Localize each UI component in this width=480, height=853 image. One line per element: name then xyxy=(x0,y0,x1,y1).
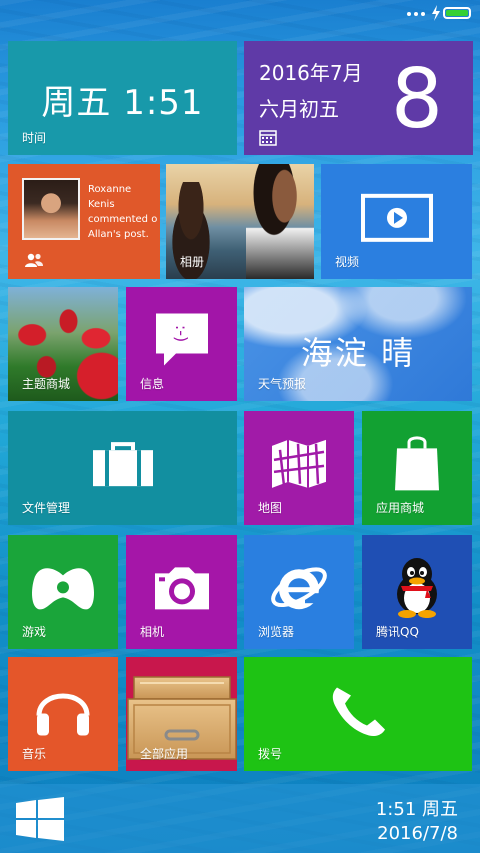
music-tile[interactable]: 音乐 xyxy=(8,657,118,771)
qq-penguin-icon xyxy=(397,558,437,619)
tile-label: 音乐 xyxy=(22,747,47,761)
weather-location-condition: 海淀 晴 xyxy=(300,334,416,372)
tile-label: 应用商城 xyxy=(376,501,425,515)
signal-dots-icon xyxy=(407,12,429,18)
tile-label: 天气预报 xyxy=(258,377,307,391)
tile-label: 浏览器 xyxy=(258,625,295,639)
windows-logo-icon[interactable] xyxy=(16,797,64,841)
tile-label: 主题商城 xyxy=(22,377,71,391)
tile-label: 腾讯QQ xyxy=(376,625,419,639)
tile-label: 信息 xyxy=(140,377,165,391)
status-bar xyxy=(0,0,480,28)
map-icon xyxy=(272,439,326,488)
people-tile[interactable]: Roxanne Kenis commented o Allan's post. xyxy=(8,164,160,279)
weather-tile[interactable]: 海淀 晴 天气预报 xyxy=(244,287,472,401)
briefcase-icon xyxy=(92,442,153,487)
camera-tile[interactable]: 相机 xyxy=(126,535,237,649)
shopping-bag-icon xyxy=(395,436,439,491)
file-manager-tile[interactable]: 文件管理 xyxy=(8,411,237,525)
clock-time: 周五 1:51 xyxy=(41,83,204,123)
video-tile[interactable]: 视频 xyxy=(321,164,472,279)
theme-store-tile[interactable]: 主题商城 xyxy=(8,287,118,401)
games-tile[interactable]: 游戏 xyxy=(8,535,118,649)
tile-label: 全部应用 xyxy=(140,747,189,761)
avatar xyxy=(22,178,80,240)
notification-name: Roxanne Kenis xyxy=(88,184,132,210)
headphones-icon xyxy=(36,693,90,736)
tile-label: 时间 xyxy=(22,131,47,145)
svg-text::-): :-) xyxy=(172,325,191,342)
calendar-day: 8 xyxy=(390,52,443,147)
notification-action: commented o xyxy=(88,214,158,225)
tile-label: 相册 xyxy=(180,255,205,269)
taskbar-time: 1:51 周五 xyxy=(375,799,458,820)
browser-tile[interactable]: 浏览器 xyxy=(244,535,354,649)
tile-label: 拨号 xyxy=(258,747,283,761)
photos-tile[interactable]: 相册 xyxy=(166,164,314,279)
taskbar-date: 2016/7/8 xyxy=(377,823,458,844)
qq-tile[interactable]: 腾讯QQ xyxy=(362,535,472,649)
message-icon: :-) xyxy=(155,313,208,366)
people-notification: Roxanne Kenis commented o Allan's post. xyxy=(88,182,160,242)
gamepad-icon xyxy=(32,568,94,610)
battery-icon xyxy=(443,7,471,19)
charging-bolt-icon xyxy=(432,5,440,21)
clock-tile[interactable]: 周五 1:51 时间 xyxy=(8,41,237,155)
tile-label: 地图 xyxy=(258,501,283,515)
all-apps-tile[interactable]: 全部应用 xyxy=(126,657,237,771)
calendar-month: 2016年7月 xyxy=(259,61,363,85)
calendar-lunar-date: 六月初五 xyxy=(259,97,339,121)
message-tile[interactable]: :-) 信息 xyxy=(126,287,237,401)
map-tile[interactable]: 地图 xyxy=(244,411,354,525)
calendar-icon xyxy=(259,130,277,146)
tile-label: 视频 xyxy=(335,255,360,269)
calendar-tile[interactable]: 2016年7月 六月初五 8 xyxy=(244,41,473,155)
dial-tile[interactable]: 拨号 xyxy=(244,657,472,771)
tile-label: 文件管理 xyxy=(22,501,71,515)
camera-icon xyxy=(154,567,209,610)
notification-object: Allan's post. xyxy=(88,229,149,240)
people-icon xyxy=(25,253,43,267)
tile-label: 相机 xyxy=(140,625,165,639)
ie-icon xyxy=(271,567,327,610)
video-icon xyxy=(360,193,433,242)
app-store-tile[interactable]: 应用商城 xyxy=(362,411,472,525)
photo-person-image xyxy=(246,164,314,279)
phone-icon xyxy=(332,687,385,737)
tile-label: 游戏 xyxy=(22,625,47,639)
